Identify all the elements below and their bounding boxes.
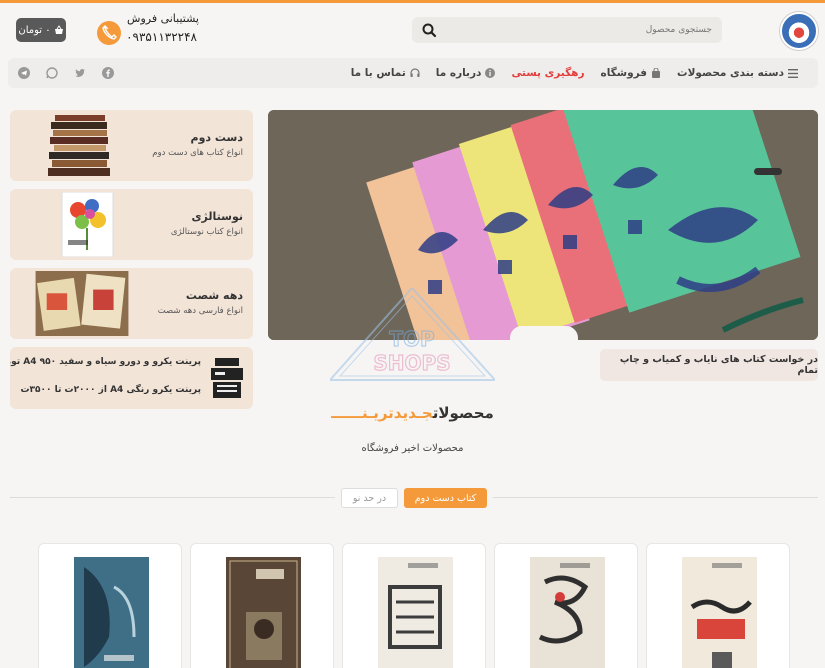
nav-categories[interactable]: دسته بندی محصولات [677, 67, 798, 79]
section-title-main: محصولات [432, 404, 494, 422]
telegram-icon[interactable] [16, 65, 32, 81]
product-card[interactable] [342, 543, 486, 668]
banner-bottom-tab [510, 326, 578, 340]
phone-icon[interactable] [97, 21, 121, 45]
top-shops-watermark: TOP SHOPS [330, 288, 495, 381]
nav-about[interactable]: درباره ما [436, 67, 496, 79]
product-card[interactable] [494, 543, 638, 668]
info-icon [485, 68, 496, 78]
book-stack-image [48, 115, 110, 176]
category-card-secondhand[interactable]: دست دوم انواع کتاب های دست دوم [10, 110, 253, 181]
nav-label: تماس با ما [350, 67, 406, 79]
rare-book-request-banner[interactable]: در خواست کتاب های نایاب و کمیاب و چاپ تم… [600, 349, 818, 381]
product-cover-image [378, 557, 453, 668]
shop-bag-icon [652, 68, 661, 78]
card-title: نوستالژی [191, 210, 243, 223]
section-title-accent: جـدیدتریـنــــــ [331, 404, 433, 422]
search-icon[interactable] [421, 22, 437, 38]
cart-button[interactable]: ۰ تومان [16, 18, 66, 42]
nav-contact[interactable]: تماس با ما [351, 67, 420, 79]
basket-icon [54, 25, 63, 34]
whatsapp-icon[interactable] [44, 65, 60, 81]
nav-label: درباره ما [435, 67, 482, 79]
headset-icon [410, 68, 420, 77]
nav-label: دسته بندی محصولات [677, 67, 784, 79]
printer-icon [211, 358, 243, 398]
top-accent-bar [0, 0, 825, 3]
cart-total: ۰ تومان [18, 24, 51, 36]
product-cover-image [226, 557, 301, 668]
nav-label: فروشگاه [600, 67, 648, 79]
tab-like-new[interactable]: در حد نو [341, 488, 398, 508]
sales-support: پشتیبانی فروش ۰۹۳۵۱۱۳۲۲۴۸ [97, 12, 207, 48]
sixties-books-image [35, 271, 129, 336]
facebook-icon[interactable] [100, 65, 116, 81]
product-cover-image [530, 557, 605, 668]
product-card[interactable] [38, 543, 182, 668]
nostalgia-book-image [61, 192, 114, 257]
nav-shop[interactable]: فروشگاه [601, 67, 662, 79]
watermark-line1: TOP [389, 327, 434, 351]
product-card[interactable] [190, 543, 334, 668]
watermark-line2: SHOPS [373, 351, 450, 375]
tab-label: در حد نو [352, 492, 387, 504]
print-service-card[interactable]: پرینت یکرو و دورو سیاه و سفید A4 ۹۵۰ توم… [10, 347, 253, 409]
twitter-icon[interactable] [72, 65, 88, 81]
card-subtitle: انواع کتاب نوستالژی [170, 227, 243, 237]
category-card-sixties[interactable]: دهه شصت انواع فارسی دهه شصت [10, 268, 253, 339]
support-phone[interactable]: ۰۹۳۵۱۱۳۲۲۴۸ [126, 30, 197, 44]
request-text: در خواست کتاب های نایاب و کمیاب و چاپ تم… [619, 354, 818, 376]
divider-right [493, 497, 818, 498]
section-title: محصولاتجـدیدتریـنــــــ [300, 404, 525, 422]
section-subtitle: محصولات اخیر فروشگاه [361, 443, 464, 454]
product-card[interactable] [646, 543, 790, 668]
card-subtitle: انواع کتاب های دست دوم [152, 148, 243, 158]
print-price-color: پرینت یکرو رنگی A4 از ۲۰۰۰ت تا ۳۵۰۰ت [20, 385, 201, 395]
menu-icon [788, 68, 798, 78]
support-label: پشتیبانی فروش [127, 12, 199, 25]
slider-indicator[interactable] [754, 168, 782, 175]
print-price-bw: پرینت یکرو و دورو سیاه و سفید A4 ۹۵۰ توم… [10, 357, 201, 367]
card-title: دست دوم [190, 131, 243, 144]
product-cover-image [682, 557, 757, 668]
tab-secondhand-books[interactable]: کتاب دست دوم [404, 488, 487, 508]
divider-left [10, 497, 335, 498]
nav-label: رهگیری پستی [511, 67, 585, 79]
nav-tracking[interactable]: رهگیری پستی [511, 67, 584, 79]
card-subtitle: انواع فارسی دهه شصت [157, 306, 243, 316]
search-bar [412, 17, 722, 43]
main-navigation: دسته بندی محصولات فروشگاه رهگیری پستی در… [8, 58, 818, 88]
tab-label: کتاب دست دوم [414, 492, 477, 504]
category-card-nostalgia[interactable]: نوستالژی انواع کتاب نوستالژی [10, 189, 253, 260]
site-logo[interactable] [780, 12, 818, 50]
card-title: دهه شصت [185, 289, 243, 302]
product-cover-image [74, 557, 149, 668]
search-input[interactable] [462, 20, 712, 40]
